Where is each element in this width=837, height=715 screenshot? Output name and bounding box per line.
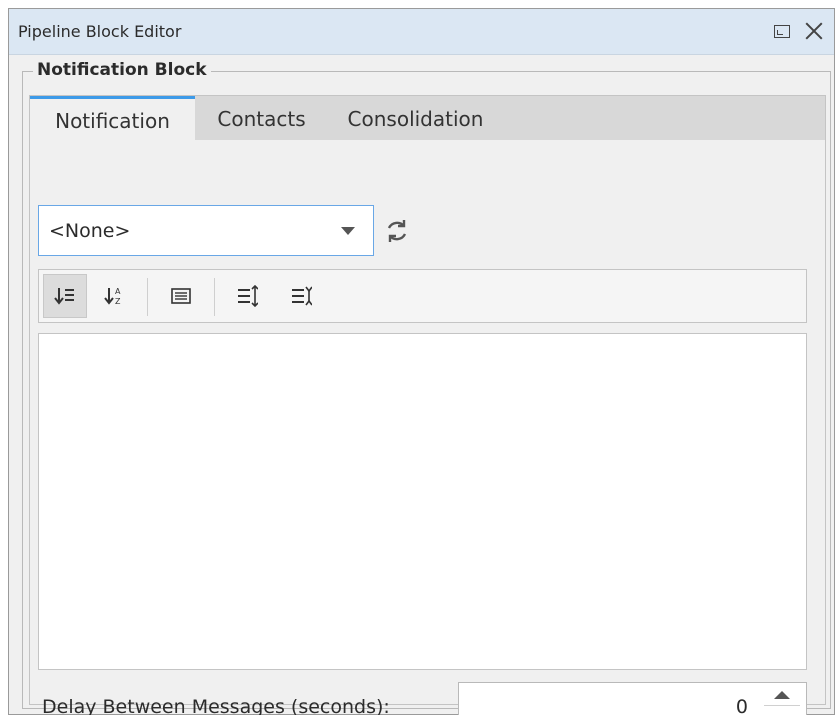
spinner-up-button[interactable] — [764, 685, 800, 706]
tab-notification[interactable]: Notification — [30, 96, 195, 142]
property-list[interactable] — [38, 333, 807, 670]
toolbar-separator — [147, 278, 148, 316]
show-description-icon — [171, 288, 191, 304]
expand-all-icon — [238, 285, 258, 307]
restore-window-icon[interactable] — [774, 25, 790, 38]
notification-block-group: Notification Block Notification Contacts… — [22, 60, 831, 715]
delay-label: Delay Between Messages (seconds): — [42, 696, 390, 715]
sort-categorized-icon — [54, 288, 74, 305]
pipeline-block-editor-panel: Pipeline Block Editor Notification Block… — [8, 8, 835, 715]
close-icon[interactable] — [802, 19, 826, 43]
arrow-up-icon — [774, 691, 790, 699]
title-bar: Pipeline Block Editor — [9, 9, 834, 55]
spinner-down-button[interactable] — [764, 708, 800, 715]
tab-bar: Notification Contacts Consolidation — [29, 95, 826, 142]
show-description-button[interactable] — [159, 274, 203, 318]
collapse-all-icon — [292, 286, 312, 306]
collapse-all-button[interactable] — [279, 274, 323, 318]
delay-value[interactable]: 0 — [736, 696, 748, 715]
chevron-down-icon — [341, 227, 355, 235]
sort-alphabetical-icon: A Z — [104, 287, 121, 306]
tab-contacts[interactable]: Contacts — [195, 96, 328, 141]
tab-consolidation[interactable]: Consolidation — [328, 96, 503, 141]
property-toolbar: A Z — [38, 269, 807, 323]
svg-text:Z: Z — [115, 297, 121, 306]
tab-content: <None> A Z Delay Between Messages (secon… — [29, 140, 826, 715]
refresh-icon[interactable] — [383, 217, 411, 245]
dropdown-value: <None> — [49, 220, 131, 242]
svg-text:A: A — [115, 287, 121, 296]
expand-all-button[interactable] — [225, 274, 269, 318]
toolbar-separator — [214, 278, 215, 316]
notification-profile-dropdown[interactable]: <None> — [38, 205, 374, 256]
panel-title: Pipeline Block Editor — [18, 22, 182, 41]
sort-alphabetical-button[interactable]: A Z — [93, 274, 137, 318]
sort-categorized-button[interactable] — [43, 274, 87, 318]
group-title: Notification Block — [33, 60, 211, 80]
delay-spinner[interactable]: 0 — [458, 682, 807, 715]
